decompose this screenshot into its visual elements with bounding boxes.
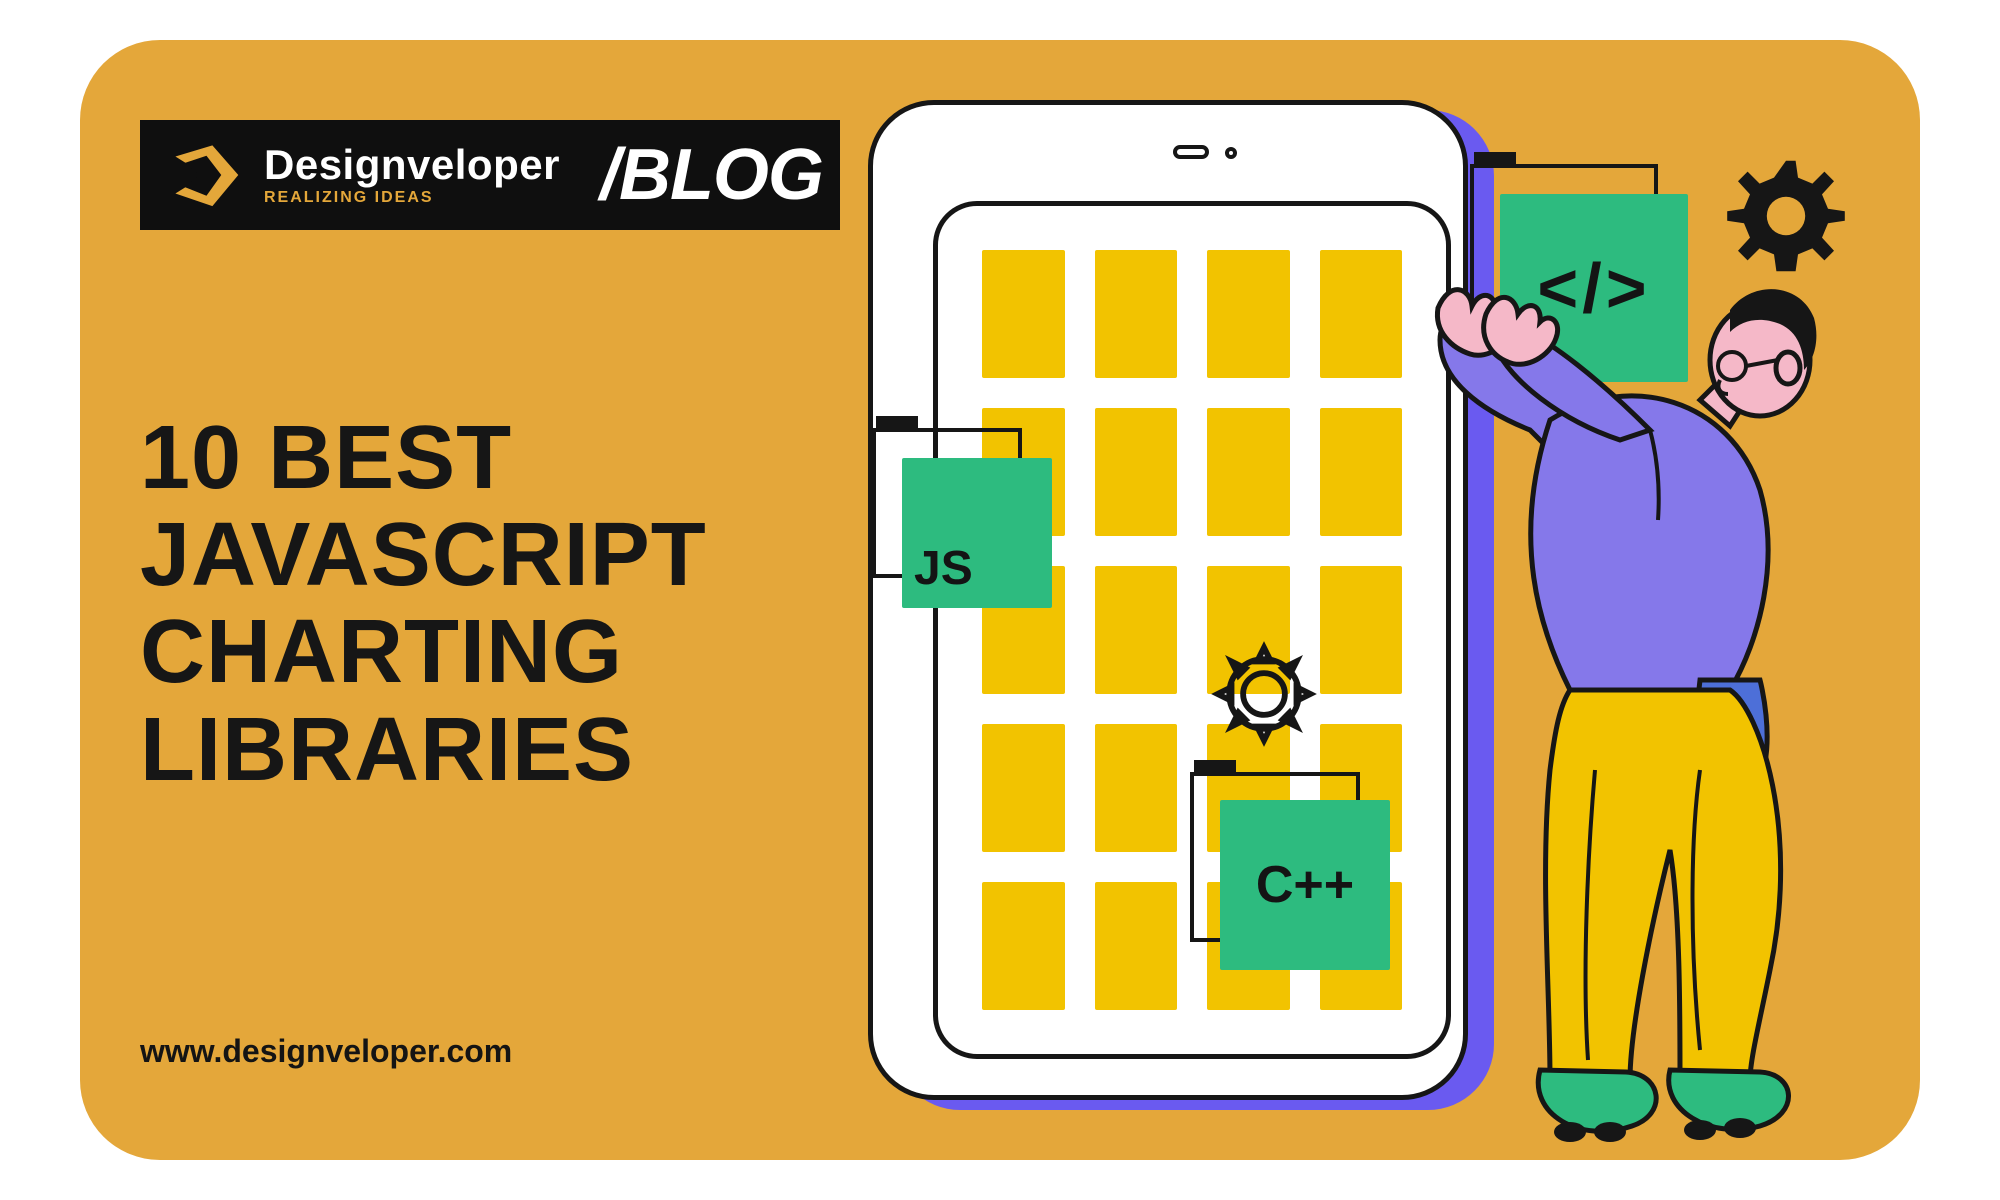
app-tile [982, 250, 1065, 378]
app-tile [1095, 408, 1178, 536]
website-url: www.designveloper.com [140, 1033, 512, 1070]
brand-header: Designveloper REALIZING IDEAS /BLOG [140, 120, 840, 230]
brand-name: Designveloper [264, 144, 560, 186]
tablet-camera-slot [1173, 145, 1209, 159]
app-tile [1095, 724, 1178, 852]
brand-logo-icon [168, 138, 242, 212]
js-tile-label: JS [914, 541, 973, 596]
developer-illustration [1400, 210, 1860, 1170]
brand-tagline: REALIZING IDEAS [264, 190, 560, 206]
illustration: JS C++ </> [850, 100, 1880, 1120]
app-tile [1095, 882, 1178, 1010]
gear-center-icon [1206, 636, 1322, 752]
app-tile [1320, 408, 1403, 536]
cpp-tile: C++ [1220, 800, 1390, 970]
page-title: 10 BEST JAVASCRIPT CHARTING LIBRARIES [140, 410, 800, 799]
cpp-tile-label: C++ [1256, 855, 1354, 915]
app-tile [1207, 408, 1290, 536]
app-tile [982, 882, 1065, 1010]
brand-text: Designveloper REALIZING IDEAS [264, 144, 560, 206]
hero-card: Designveloper REALIZING IDEAS /BLOG 10 B… [80, 40, 1920, 1160]
app-tile [1320, 250, 1403, 378]
app-tile [1207, 250, 1290, 378]
js-tile: JS [902, 458, 1052, 608]
app-tile [982, 724, 1065, 852]
tablet-camera-dot-icon [1225, 147, 1237, 159]
app-tile [1320, 566, 1403, 694]
app-tile [1095, 250, 1178, 378]
brand-blog-label: /BLOG [600, 134, 823, 216]
app-tile [1095, 566, 1178, 694]
